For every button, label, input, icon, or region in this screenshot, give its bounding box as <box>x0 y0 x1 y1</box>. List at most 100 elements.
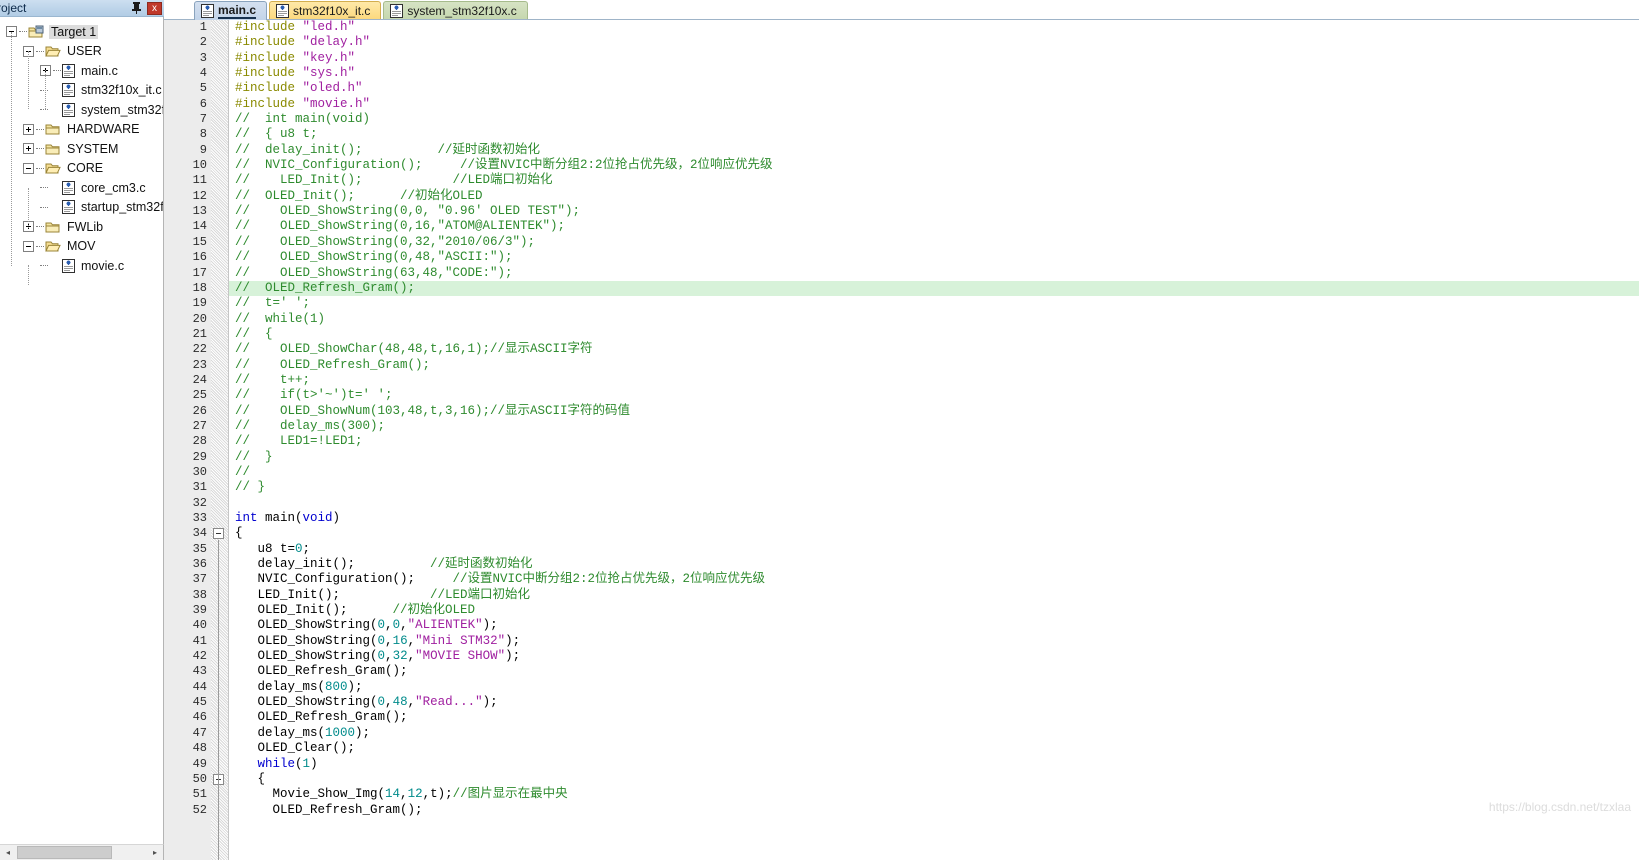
code-line[interactable]: // OLED_Refresh_Gram(); <box>229 358 1639 373</box>
code-line[interactable]: // OLED_ShowNum(103,48,t,3,16);//显示ASCII… <box>229 404 1639 419</box>
code-line[interactable]: OLED_ShowString(0,16,"Mini STM32"); <box>229 634 1639 649</box>
code-line[interactable]: // delay_ms(300); <box>229 419 1639 434</box>
project-panel: roject x Target 1 USER main.c stm32f10x_it.… <box>0 0 164 860</box>
tree-item-user[interactable]: USER <box>0 42 163 62</box>
code-line[interactable]: Movie_Show_Img(14,12,t);//图片显示在最中央 <box>229 787 1639 802</box>
code-line[interactable]: // OLED_ShowString(0,32,"2010/06/3"); <box>229 235 1639 250</box>
code-line[interactable]: #include "led.h" <box>229 20 1639 35</box>
code-line[interactable]: // <box>229 465 1639 480</box>
tree-expander-plus[interactable] <box>23 143 34 155</box>
code-line[interactable]: // LED_Init(); //LED端口初始化 <box>229 173 1639 188</box>
tree-item-startup-stm32f1[interactable]: startup_stm32f1 <box>0 198 163 218</box>
code-line[interactable]: // OLED_ShowChar(48,48,t,16,1);//显示ASCII… <box>229 342 1639 357</box>
hscroll-thumb[interactable] <box>17 846 112 859</box>
code-line[interactable]: #include "oled.h" <box>229 81 1639 96</box>
code-line[interactable]: // { <box>229 327 1639 342</box>
fold-toggle-icon[interactable] <box>213 528 224 540</box>
tree-item-target-1[interactable]: Target 1 <box>0 22 163 42</box>
code-line[interactable]: OLED_ShowString(0,32,"MOVIE SHOW"); <box>229 649 1639 664</box>
code-line[interactable]: // NVIC_Configuration(); //设置NVIC中断分组2:2… <box>229 158 1639 173</box>
tree-expander-minus[interactable] <box>23 240 34 252</box>
fold-slot <box>211 35 228 50</box>
line-number: 42 <box>192 649 207 664</box>
tree-item-system-stm32f1[interactable]: system_stm32f1 <box>0 100 163 120</box>
tree-expander-minus[interactable] <box>23 162 34 174</box>
code-line[interactable]: while(1) <box>229 757 1639 772</box>
tree-item-stm32f10x-it-c[interactable]: stm32f10x_it.c <box>0 81 163 101</box>
tree-item-core-cm3-c[interactable]: core_cm3.c <box>0 178 163 198</box>
code-fold-column[interactable] <box>211 20 229 860</box>
project-tree-container[interactable]: Target 1 USER main.c stm32f10x_it.c system_s… <box>0 17 164 844</box>
tree-item-fwlib[interactable]: FWLib <box>0 217 163 237</box>
code-line[interactable]: #include "key.h" <box>229 51 1639 66</box>
code-line[interactable]: OLED_Clear(); <box>229 741 1639 756</box>
tree-expander-plus[interactable] <box>23 123 34 135</box>
project-panel-hscrollbar[interactable]: ◂ ▸ <box>0 844 164 860</box>
code-line[interactable] <box>229 496 1639 511</box>
code-line[interactable]: // OLED_Init(); //初始化OLED <box>229 189 1639 204</box>
code-line[interactable]: OLED_Refresh_Gram(); <box>229 664 1639 679</box>
fold-slot <box>211 465 228 480</box>
code-line[interactable]: OLED_ShowString(0,48,"Read..."); <box>229 695 1639 710</box>
code-line[interactable]: delay_ms(800); <box>229 680 1639 695</box>
pin-icon[interactable] <box>130 1 143 15</box>
code-line[interactable]: OLED_Init(); //初始化OLED <box>229 603 1639 618</box>
line-number: 14 <box>192 219 207 234</box>
hscroll-track[interactable] <box>16 845 147 860</box>
code-token-cmt: // LED_Init(); //LED端口初始化 <box>235 173 553 188</box>
code-line[interactable]: #include "sys.h" <box>229 66 1639 81</box>
code-line[interactable]: #include "movie.h" <box>229 97 1639 112</box>
code-text-area[interactable]: #include "led.h" #include "delay.h" #inclu… <box>229 20 1639 860</box>
code-token-cmt: // OLED_Init(); //初始化OLED <box>235 188 483 203</box>
code-line[interactable]: OLED_Refresh_Gram(); <box>229 803 1639 818</box>
code-line[interactable]: // t++; <box>229 373 1639 388</box>
code-line[interactable]: // LED1=!LED1; <box>229 434 1639 449</box>
close-icon[interactable]: x <box>147 1 162 15</box>
line-number: 26 <box>192 403 207 418</box>
editor-tab-system-stm32f10x-c[interactable]: system_stm32f10x.c <box>383 1 528 20</box>
code-line[interactable]: u8 t=0; <box>229 542 1639 557</box>
tree-item-mov[interactable]: MOV <box>0 237 163 257</box>
tree-item-movie-c[interactable]: movie.c <box>0 256 163 276</box>
tree-vline-core <box>28 188 29 228</box>
code-line[interactable]: // delay_init(); //延时函数初始化 <box>229 143 1639 158</box>
code-editor[interactable]: 1 2 3 4 5 6 7 8 9 10 11 12 13 14 15 16 17 18 19 20 21 22 23 24 2… <box>164 20 1639 860</box>
code-line[interactable]: // while(1) <box>229 312 1639 327</box>
code-line[interactable]: // OLED_ShowString(63,48,"CODE:"); <box>229 266 1639 281</box>
code-line[interactable]: // OLED_ShowString(0,0, "0.96' OLED TEST… <box>229 204 1639 219</box>
code-token-plain: , <box>400 787 408 802</box>
code-line[interactable]: // OLED_ShowString(0,48,"ASCII:"); <box>229 250 1639 265</box>
code-line[interactable]: // OLED_Refresh_Gram(); <box>229 280 1639 297</box>
tree-item-core[interactable]: CORE <box>0 159 163 179</box>
code-line[interactable]: // t=' '; <box>229 296 1639 311</box>
code-line[interactable]: // OLED_ShowString(0,16,"ATOM@ALIENTEK")… <box>229 219 1639 234</box>
line-number: 23 <box>192 357 207 372</box>
code-token-cmt: // t=' '; <box>235 296 311 311</box>
tree-item-hardware[interactable]: HARDWARE <box>0 120 163 140</box>
code-line[interactable]: { <box>229 772 1639 787</box>
code-line[interactable]: OLED_Refresh_Gram(); <box>229 710 1639 725</box>
code-line[interactable]: LED_Init(); //LED端口初始化 <box>229 588 1639 603</box>
code-line[interactable]: delay_ms(1000); <box>229 726 1639 741</box>
code-line[interactable]: // } <box>229 480 1639 495</box>
editor-tab-main-c[interactable]: main.c <box>194 1 268 20</box>
code-line[interactable]: // if(t>'~')t=' '; <box>229 388 1639 403</box>
editor-tab-stm32f10x-it-c[interactable]: stm32f10x_it.c <box>269 1 382 20</box>
code-line[interactable]: OLED_ShowString(0,0,"ALIENTEK"); <box>229 618 1639 633</box>
folder-open-icon <box>45 239 61 253</box>
fold-slot <box>211 649 228 664</box>
hscroll-left-arrow[interactable]: ◂ <box>0 844 16 860</box>
code-token-pre: #include <box>235 20 303 34</box>
code-line[interactable]: #include "delay.h" <box>229 35 1639 50</box>
code-line[interactable]: delay_init(); //延时函数初始化 <box>229 557 1639 572</box>
code-line[interactable]: // int main(void) <box>229 112 1639 127</box>
code-line[interactable]: // } <box>229 450 1639 465</box>
tree-item-main-c[interactable]: main.c <box>0 61 163 81</box>
tree-item-system[interactable]: SYSTEM <box>0 139 163 159</box>
hscroll-right-arrow[interactable]: ▸ <box>147 844 163 860</box>
code-line[interactable]: // { u8 t; <box>229 127 1639 142</box>
code-line[interactable]: NVIC_Configuration(); //设置NVIC中断分组2:2位抢占… <box>229 572 1639 587</box>
code-line[interactable]: int main(void) <box>229 511 1639 526</box>
code-line[interactable]: { <box>229 526 1639 541</box>
